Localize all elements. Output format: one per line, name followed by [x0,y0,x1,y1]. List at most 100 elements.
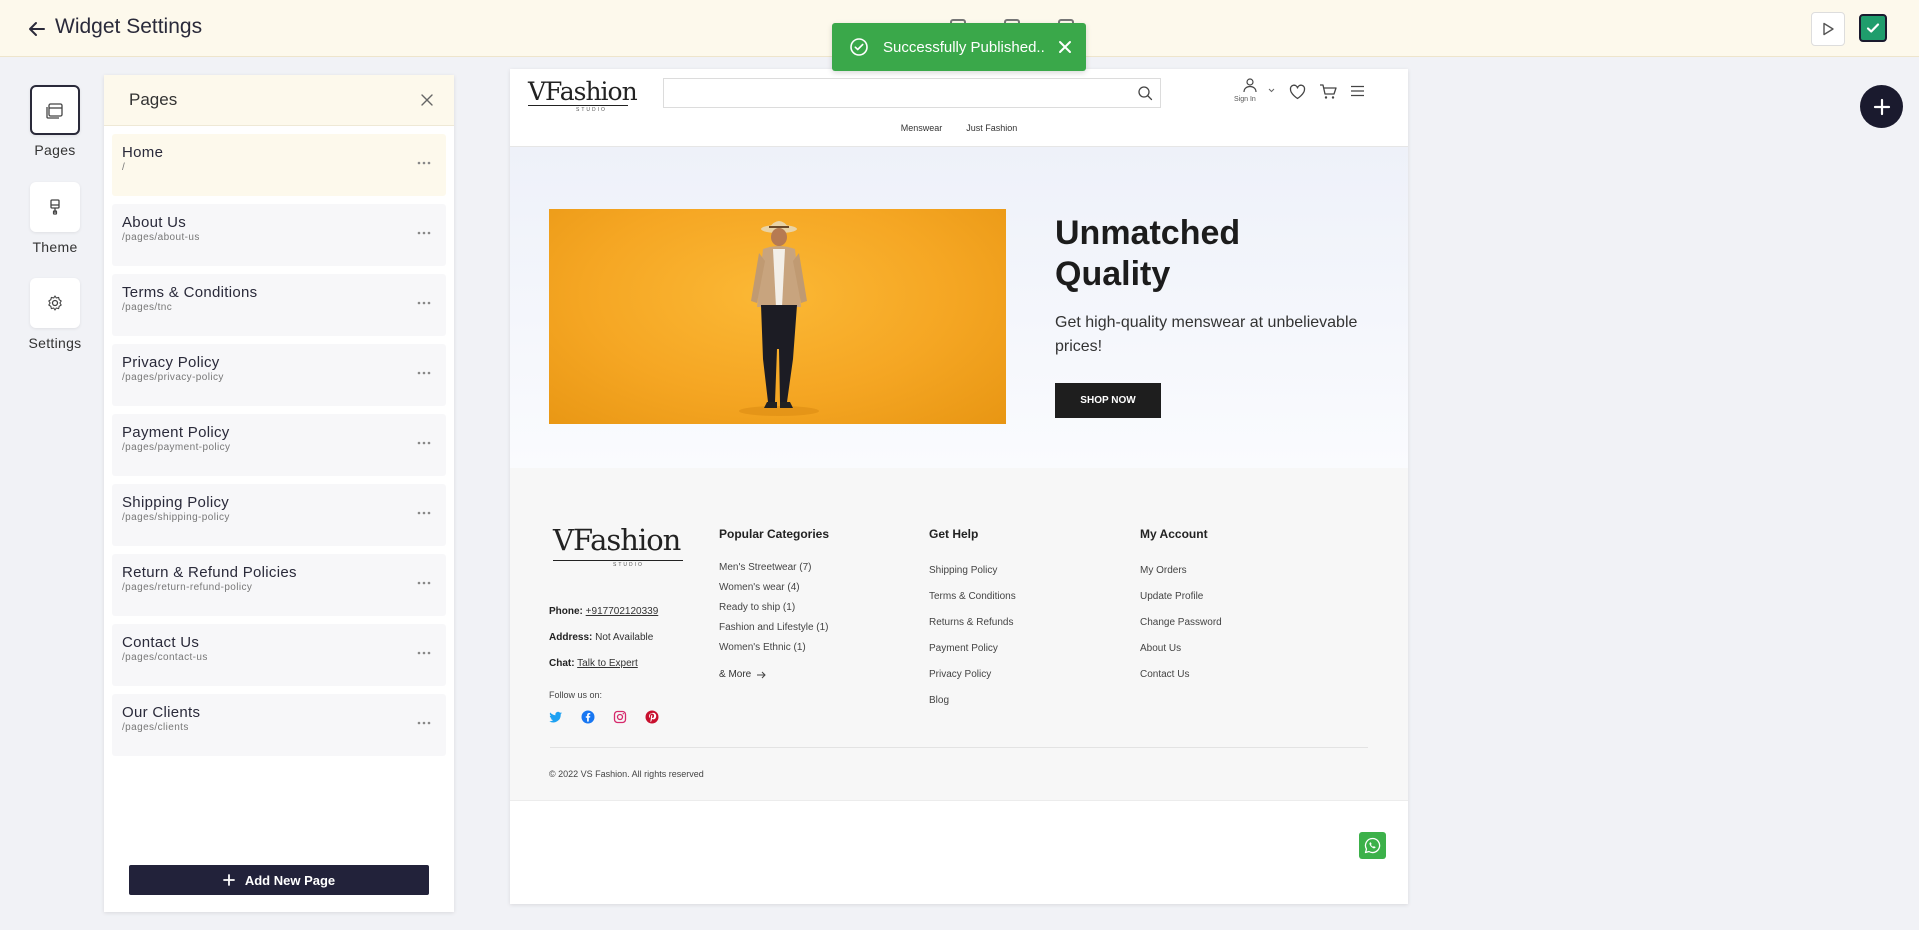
popular-categories-title: Popular Categories [719,527,830,541]
page-item-privacy[interactable]: Privacy Policy /pages/privacy-policy [112,344,446,406]
nav-link-menswear[interactable]: Menswear [901,123,943,133]
page-item-clients[interactable]: Our Clients /pages/clients [112,694,446,756]
category-link[interactable]: Men's Streetwear (7) [719,558,829,578]
page-name: Terms & Conditions [122,284,258,301]
rail-theme-box[interactable] [30,182,80,232]
pinterest-icon[interactable] [645,710,659,724]
account-link[interactable]: Update Profile [1140,584,1222,610]
more-categories-link[interactable]: & More [719,669,829,680]
page-name: Payment Policy [122,424,230,441]
rail-item-settings[interactable]: Settings [0,278,110,351]
shop-now-button[interactable]: SHOP NOW [1055,383,1161,418]
page-item-shipping[interactable]: Shipping Policy /pages/shipping-policy [112,484,446,546]
more-horizontal-icon[interactable] [416,580,432,586]
help-link[interactable]: Shipping Policy [929,558,1016,584]
more-horizontal-icon[interactable] [416,440,432,446]
toast-message: Successfully Published.. [883,38,1045,56]
hero-section: Unmatched Quality Get high-quality mensw… [510,147,1408,468]
page-item-about-us[interactable]: About Us /pages/about-us [112,204,446,266]
rail-settings-box[interactable] [30,278,80,328]
cart-icon[interactable] [1319,83,1337,100]
model-figure-illustration [739,221,819,416]
phone-label: Phone: [549,606,583,617]
check-circle-icon [850,38,868,56]
page-item-contact[interactable]: Contact Us /pages/contact-us [112,624,446,686]
page-item-terms[interactable]: Terms & Conditions /pages/tnc [112,274,446,336]
rail-label-settings: Settings [28,335,82,351]
help-link[interactable]: Payment Policy [929,636,1016,662]
more-horizontal-icon[interactable] [416,650,432,656]
more-horizontal-icon[interactable] [416,720,432,726]
user-icon[interactable] [1242,77,1258,93]
nav-link-just-fashion[interactable]: Just Fashion [966,123,1017,133]
phone-link[interactable]: +917702120339 [586,606,659,617]
site-header: VFashion STUDIO Sign In Menswear Just Fa… [510,69,1408,147]
copyright-text: © 2022 VS Fashion. All rights reserved [549,769,704,779]
hamburger-menu-icon[interactable] [1350,85,1365,97]
hero-image [549,209,1006,424]
rail-item-theme[interactable]: Theme [0,182,110,255]
footer-phone: Phone: +917702120339 [549,606,658,617]
more-horizontal-icon[interactable] [416,160,432,166]
twitter-icon[interactable] [549,710,563,724]
pages-panel-header: Pages [104,75,454,126]
back-arrow-icon[interactable] [26,18,48,40]
page-item-home[interactable]: Home / [112,134,446,196]
search-icon[interactable] [1137,85,1153,101]
page-item-refund[interactable]: Return & Refund Policies /pages/return-r… [112,554,446,616]
site-logo[interactable]: VFashion [528,77,638,106]
close-icon[interactable] [1056,38,1074,56]
get-help-title: Get Help [929,527,979,541]
rail-item-pages[interactable]: Pages [0,85,110,158]
help-link[interactable]: Privacy Policy [929,662,1016,688]
footer-divider [550,747,1368,748]
footer-logo[interactable]: VFashion [553,523,681,557]
chevron-down-icon [1268,88,1275,93]
page-path: / [122,162,126,173]
add-new-page-button[interactable]: Add New Page [129,865,429,895]
help-link[interactable]: Blog [929,688,1016,714]
more-horizontal-icon[interactable] [416,370,432,376]
preview-button[interactable] [1811,12,1845,46]
more-horizontal-icon[interactable] [416,230,432,236]
close-icon[interactable] [420,93,434,107]
page-list: Home / About Us /pages/about-us Terms & … [104,126,454,756]
account-link[interactable]: Change Password [1140,610,1222,636]
rail-pages-box[interactable] [30,85,80,135]
account-link[interactable]: About Us [1140,636,1222,662]
my-account-title: My Account [1140,527,1208,541]
more-horizontal-icon[interactable] [416,510,432,516]
site-footer: VFashion STUDIO Phone: +917702120339 Add… [510,468,1408,800]
arrow-right-icon [757,671,766,678]
page-name: About Us [122,214,187,231]
account-link[interactable]: My Orders [1140,558,1222,584]
page-item-payment[interactable]: Payment Policy /pages/payment-policy [112,414,446,476]
add-widget-button[interactable] [1860,85,1903,128]
page-path: /pages/shipping-policy [122,512,230,523]
site-preview: VFashion STUDIO Sign In Menswear Just Fa… [510,69,1408,904]
page-path: /pages/tnc [122,302,173,313]
heart-icon[interactable] [1289,84,1306,100]
footer-logo-underline [553,560,683,561]
page-name: Contact Us [122,634,200,651]
more-horizontal-icon[interactable] [416,300,432,306]
chat-link[interactable]: Talk to Expert [577,658,638,669]
help-link[interactable]: Returns & Refunds [929,610,1016,636]
footer-my-account: My Account My Orders Update Profile Chan… [1140,527,1222,688]
pages-panel: Pages Home / About Us /pages/about-us Te… [104,75,454,912]
follow-label: Follow us on: [549,690,603,700]
category-link[interactable]: Fashion and Lifestyle (1) [719,618,829,638]
sign-in-label[interactable]: Sign In [1234,96,1256,103]
category-link[interactable]: Women's wear (4) [719,578,829,598]
publish-button[interactable] [1859,14,1887,42]
instagram-icon[interactable] [613,710,627,724]
whatsapp-button[interactable] [1359,832,1386,859]
site-search-input[interactable] [663,78,1161,108]
category-link[interactable]: Ready to ship (1) [719,598,829,618]
facebook-icon[interactable] [581,710,595,724]
hero-subtitle: Get high-quality menswear at unbelievabl… [1055,314,1358,355]
account-link[interactable]: Contact Us [1140,662,1222,688]
category-link[interactable]: Women's Ethnic (1) [719,638,829,658]
page-path: /pages/payment-policy [122,442,231,453]
help-link[interactable]: Terms & Conditions [929,584,1016,610]
